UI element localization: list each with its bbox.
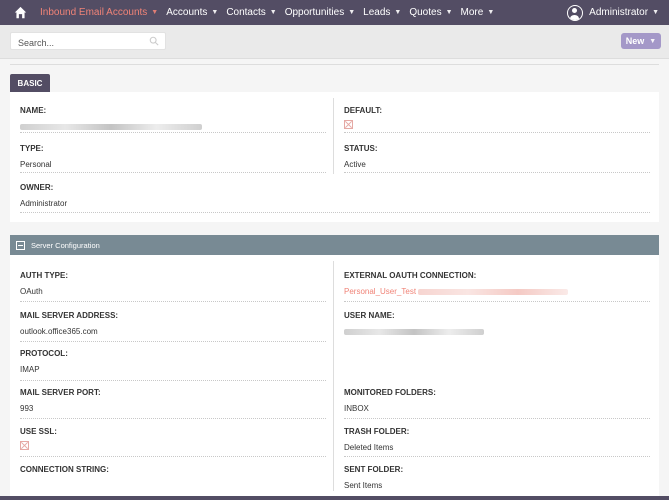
chevron-down-icon: ▼	[348, 9, 356, 16]
divider	[20, 172, 326, 173]
external-oauth-link[interactable]: Personal_User_Test	[344, 287, 416, 296]
divider	[344, 172, 650, 173]
divider	[344, 132, 650, 133]
trash-folder-field: TRASH FOLDER: Deleted Items	[344, 427, 410, 452]
divider	[344, 301, 650, 302]
divider	[344, 456, 650, 457]
nav-item-opportunities[interactable]: Opportunities ▼	[285, 7, 355, 18]
chevron-down-icon: ▼	[649, 37, 657, 45]
server-configuration-panel: AUTH TYPE: OAuth EXTERNAL OAUTH CONNECTI…	[10, 255, 659, 500]
nav-item-quotes[interactable]: Quotes ▼	[409, 7, 452, 18]
chevron-down-icon: ▼	[487, 9, 495, 16]
search-input[interactable]	[11, 35, 138, 51]
user-name: Administrator	[589, 7, 649, 18]
redacted-name	[20, 123, 202, 130]
search-icon[interactable]	[149, 36, 159, 46]
bottom-bar	[0, 496, 669, 500]
use-ssl-field: USE SSL:	[20, 427, 326, 450]
divider	[10, 64, 659, 65]
home-button[interactable]	[0, 0, 40, 25]
external-oauth-field: EXTERNAL OAUTH CONNECTION: Personal_User…	[344, 271, 650, 296]
status-field: STATUS: Active	[344, 144, 378, 169]
action-bar: New▼	[0, 25, 669, 59]
redacted-oauth-detail	[418, 288, 569, 295]
auth-type-field: AUTH TYPE: OAuth	[20, 271, 68, 296]
divider	[20, 132, 326, 133]
use-ssl-checkbox	[20, 441, 29, 450]
home-icon	[14, 6, 26, 19]
nav-item-more[interactable]: More ▼	[461, 7, 495, 18]
divider	[344, 418, 650, 419]
sent-folder-field: SENT FOLDER: Sent Items	[344, 465, 404, 490]
column-divider	[333, 98, 334, 174]
nav-item-contacts[interactable]: Contacts ▼	[226, 7, 276, 18]
divider	[20, 456, 326, 457]
protocol-field: PROTOCOL: IMAP	[20, 349, 68, 374]
divider	[20, 212, 650, 213]
type-field: TYPE: Personal	[20, 144, 52, 169]
column-divider	[333, 261, 334, 491]
user-avatar-icon	[567, 4, 584, 21]
user-menu[interactable]: Administrator ▼	[567, 0, 669, 25]
chevron-down-icon: ▼	[652, 9, 659, 16]
divider	[20, 380, 326, 381]
nav-item-inbound-email-accounts[interactable]: Inbound Email Accounts ▼	[40, 7, 158, 18]
search-box	[10, 32, 166, 51]
owner-field: OWNER: Administrator	[20, 183, 68, 208]
chevron-down-icon: ▼	[445, 9, 453, 16]
chevron-down-icon: ▼	[151, 9, 159, 16]
chevron-down-icon: ▼	[211, 9, 219, 16]
mail-server-address-field: MAIL SERVER ADDRESS: outlook.office365.c…	[20, 311, 119, 336]
divider	[20, 341, 326, 342]
name-field: NAME:	[20, 106, 326, 131]
chevron-down-icon: ▼	[269, 9, 277, 16]
connection-string-field: CONNECTION STRING:	[20, 465, 109, 474]
mail-server-port-field: MAIL SERVER PORT: 993	[20, 388, 101, 413]
redacted-user-name	[344, 328, 484, 335]
basic-panel: NAME: DEFAULT: TYPE: Personal STATUS: Ac…	[10, 92, 659, 222]
nav-item-accounts[interactable]: Accounts ▼	[166, 7, 218, 18]
divider	[20, 418, 326, 419]
chevron-down-icon: ▼	[394, 9, 402, 16]
new-button[interactable]: New ▼	[621, 33, 661, 49]
top-navigation-bar: Inbound Email Accounts ▼ Accounts ▼ Contac…	[0, 0, 669, 25]
nav-item-leads[interactable]: Leads ▼	[363, 7, 401, 18]
divider	[20, 301, 326, 302]
default-field: DEFAULT:	[344, 106, 650, 129]
default-checkbox	[344, 120, 353, 129]
tab-basic[interactable]: BASIC	[10, 74, 50, 92]
server-configuration-header[interactable]: Server Configuration	[10, 235, 659, 255]
collapse-icon[interactable]	[16, 240, 25, 250]
user-name-field: USER NAME:	[344, 311, 650, 336]
monitored-folders-field: MONITORED FOLDERS: INBOX	[344, 388, 436, 413]
